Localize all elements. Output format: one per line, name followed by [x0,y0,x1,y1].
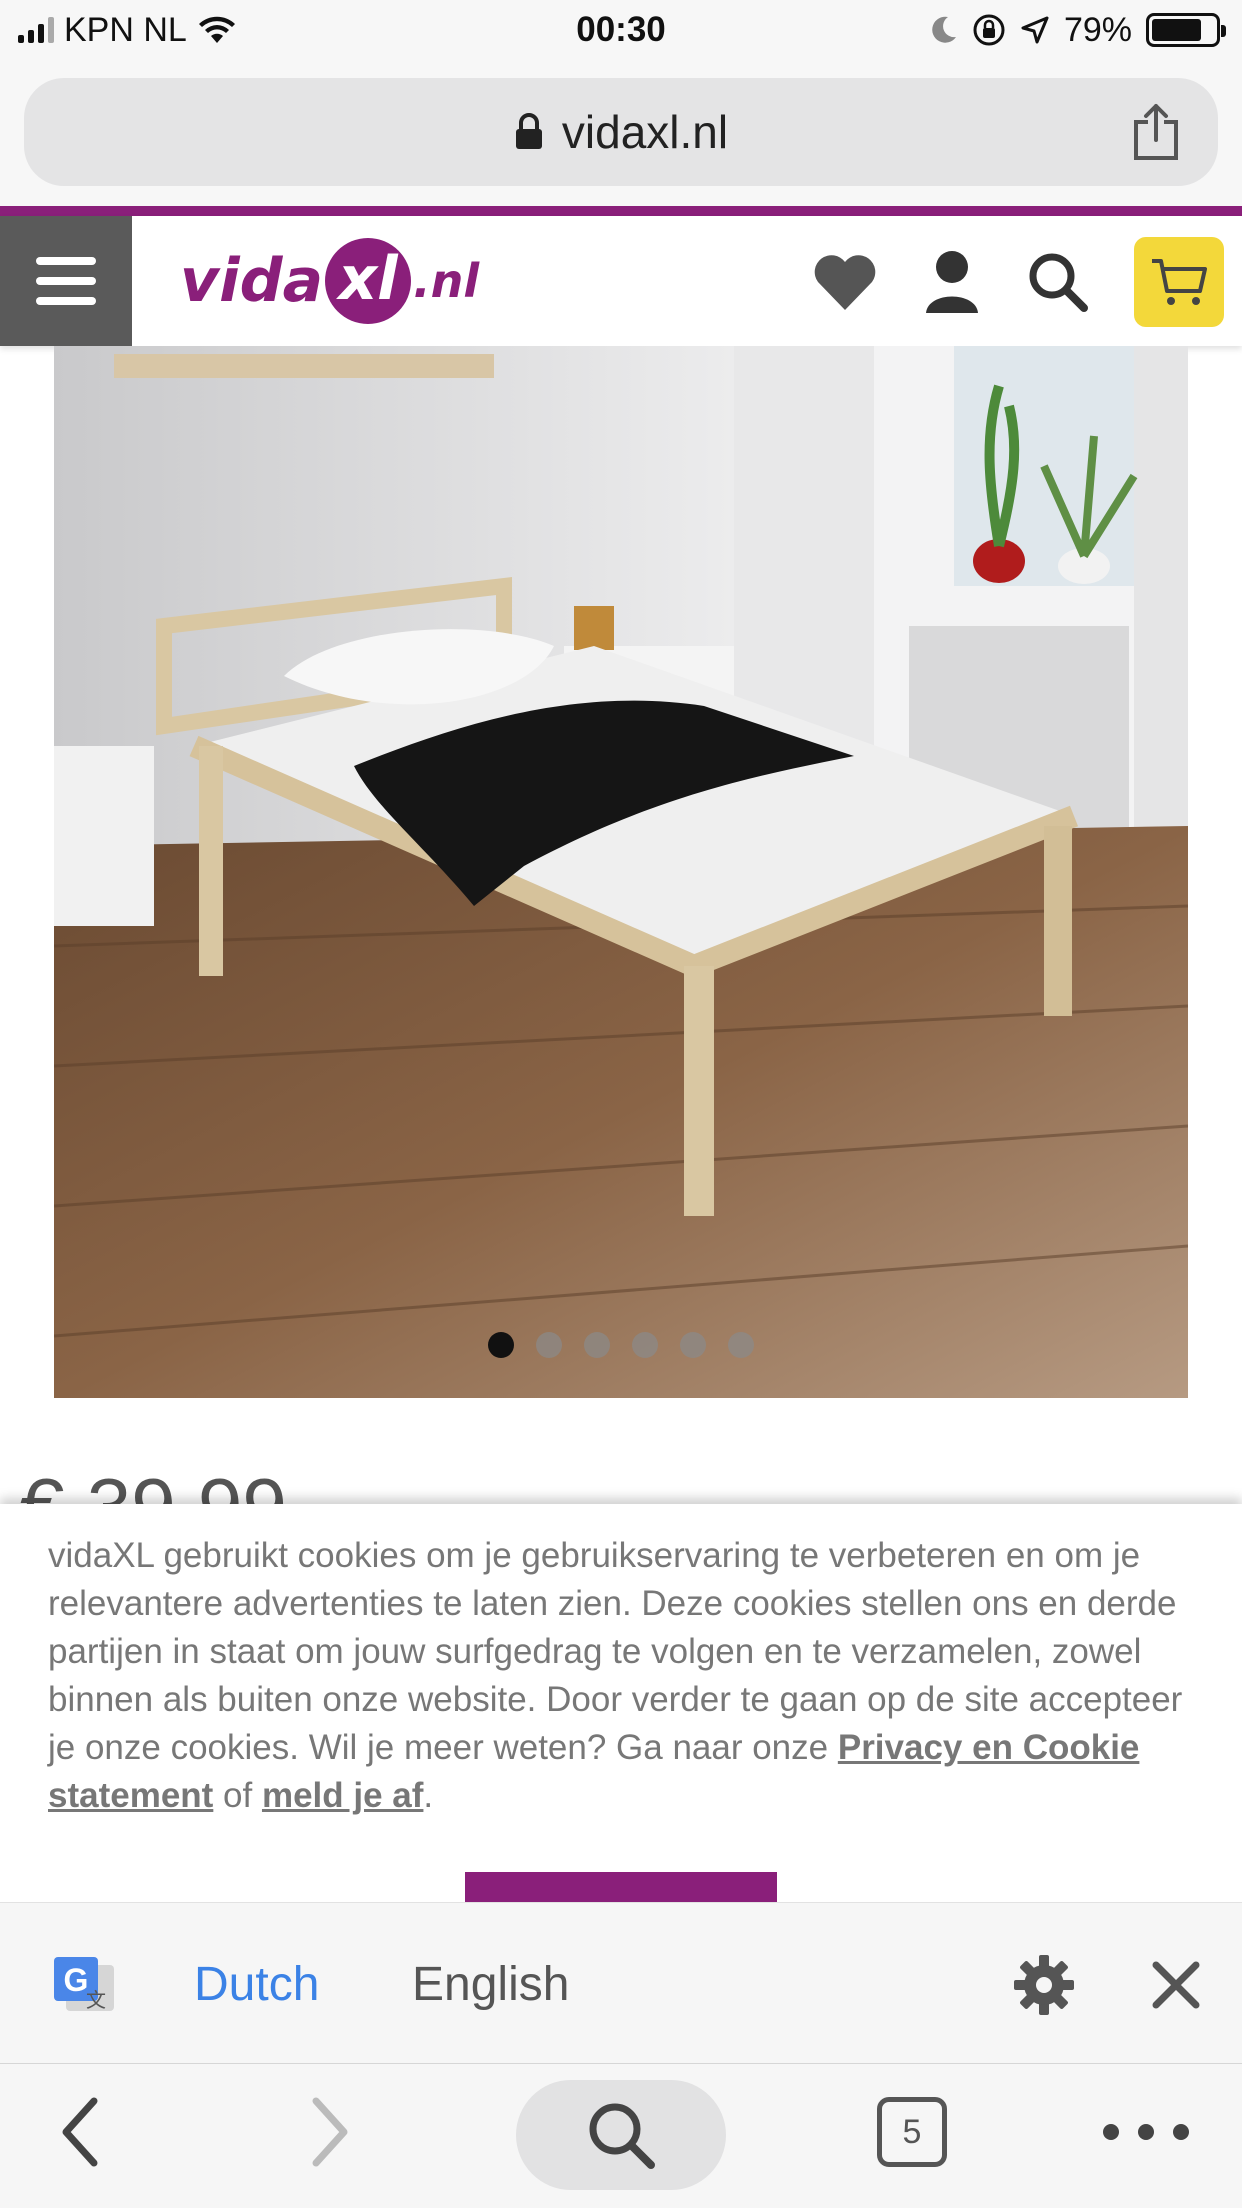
tab-count-badge: 5 [877,2097,947,2167]
location-arrow-icon [1021,16,1049,44]
toolbar-search-button[interactable] [516,2080,726,2190]
svg-text:文: 文 [86,1989,106,2012]
carousel-dot[interactable] [584,1332,610,1358]
cookie-accept-button[interactable] [465,1872,777,1904]
rotation-lock-icon [973,14,1005,46]
translate-settings-gear-icon[interactable] [1012,1953,1076,2017]
cookie-message: vidaXL gebruikt cookies om je gebruikser… [48,1532,1208,1820]
site-header: vida xl .nl [0,216,1242,346]
carousel-dot[interactable] [488,1332,514,1358]
product-photo-bed [54,346,1188,1398]
product-price: € 39,99 [20,1462,287,1504]
cookie-text-or: of [213,1776,262,1815]
close-translate-icon[interactable] [1150,1959,1202,2011]
carousel-dot[interactable] [680,1332,706,1358]
opt-out-link[interactable]: meld je af [262,1776,423,1815]
search-icon[interactable] [1026,250,1090,314]
address-bar[interactable]: vidaxl.nl [24,78,1218,186]
account-user-icon[interactable] [922,247,982,317]
svg-text:G: G [64,1962,89,1998]
tabs-button[interactable]: 5 [872,2082,952,2182]
share-icon[interactable] [1128,102,1184,162]
vidaxl-logo[interactable]: vida xl .nl [180,238,479,324]
battery-icon [1146,13,1226,47]
carousel-dot[interactable] [536,1332,562,1358]
language-option-english[interactable]: English [412,1955,569,2015]
moon-icon [932,16,956,43]
cookie-text-end: . [423,1776,434,1815]
translate-bar: G 文 Dutch English [0,1902,1242,2064]
product-image-carousel[interactable] [54,346,1188,1398]
chevron-left-icon [62,2097,98,2167]
google-translate-icon: G 文 [54,1957,114,2012]
lock-icon [515,113,542,149]
search-icon [589,2103,655,2169]
header-actions [812,236,1224,328]
forward-button[interactable] [300,2082,360,2182]
url-text: vidaxl.nl [561,106,729,158]
chevron-right-icon [312,2097,348,2167]
cart-button[interactable] [1134,237,1224,327]
browser-address-area: vidaxl.nl [0,62,1242,206]
logo-text-xl: xl [325,238,412,324]
browser-toolbar: 5 [0,2064,1242,2208]
hamburger-menu-button[interactable] [0,216,132,346]
language-option-dutch[interactable]: Dutch [194,1955,319,2015]
more-options-button[interactable] [1096,2082,1196,2182]
logo-text-vida: vida [180,246,324,316]
logo-text-nl: .nl [413,254,480,308]
carousel-dot[interactable] [728,1332,754,1358]
carousel-pagination [54,1332,1188,1358]
cookie-banner: vidaXL gebruikt cookies om je gebruikser… [0,1504,1242,1904]
carousel-dot[interactable] [632,1332,658,1358]
wishlist-heart-icon[interactable] [812,252,878,312]
back-button[interactable] [50,2082,110,2182]
battery-percent: 79% [1063,10,1132,49]
status-right: 79% [930,10,1226,50]
more-dots-icon [1103,2124,1189,2140]
brand-stripe [0,206,1242,216]
status-bar: KPN NL 00:30 79% [0,0,1242,62]
shopping-cart-icon [1152,259,1207,305]
